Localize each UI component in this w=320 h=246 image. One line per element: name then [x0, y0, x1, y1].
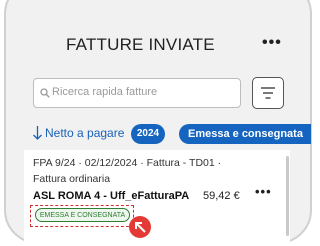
invoice-meta-line1: FPA 9/24 · 02/12/2024 · Fattura - TD01 · — [33, 157, 222, 169]
sort-control[interactable]: Netto a pagare — [33, 126, 124, 140]
scrollbar[interactable] — [286, 156, 289, 236]
invoice-recipient: ASL ROMA 4 - Uff_eFatturaPA — [33, 190, 190, 202]
invoice-amount: 59,42 € — [203, 190, 240, 202]
pointer-arrow-icon — [129, 216, 151, 238]
kebab-menu-icon[interactable]: ••• — [255, 184, 272, 199]
page-title: FATTURE INVIATE — [66, 35, 215, 54]
filter-button[interactable] — [252, 77, 284, 109]
arrow-down-icon — [33, 126, 42, 140]
year-filter-chip[interactable]: 2024 — [131, 124, 165, 144]
search-input[interactable] — [52, 86, 232, 98]
search-box[interactable] — [33, 78, 241, 108]
search-icon — [40, 88, 50, 98]
status-filter-chip[interactable]: Emessa e consegnata — [179, 124, 311, 144]
sort-label: Netto a pagare — [45, 126, 125, 140]
invoice-meta-line2: Fattura ordinaria — [33, 173, 111, 185]
filter-lines-icon — [261, 87, 275, 99]
status-badge: EMESSA E CONSEGNATA — [35, 208, 130, 222]
kebab-menu-icon[interactable]: ••• — [262, 34, 282, 52]
